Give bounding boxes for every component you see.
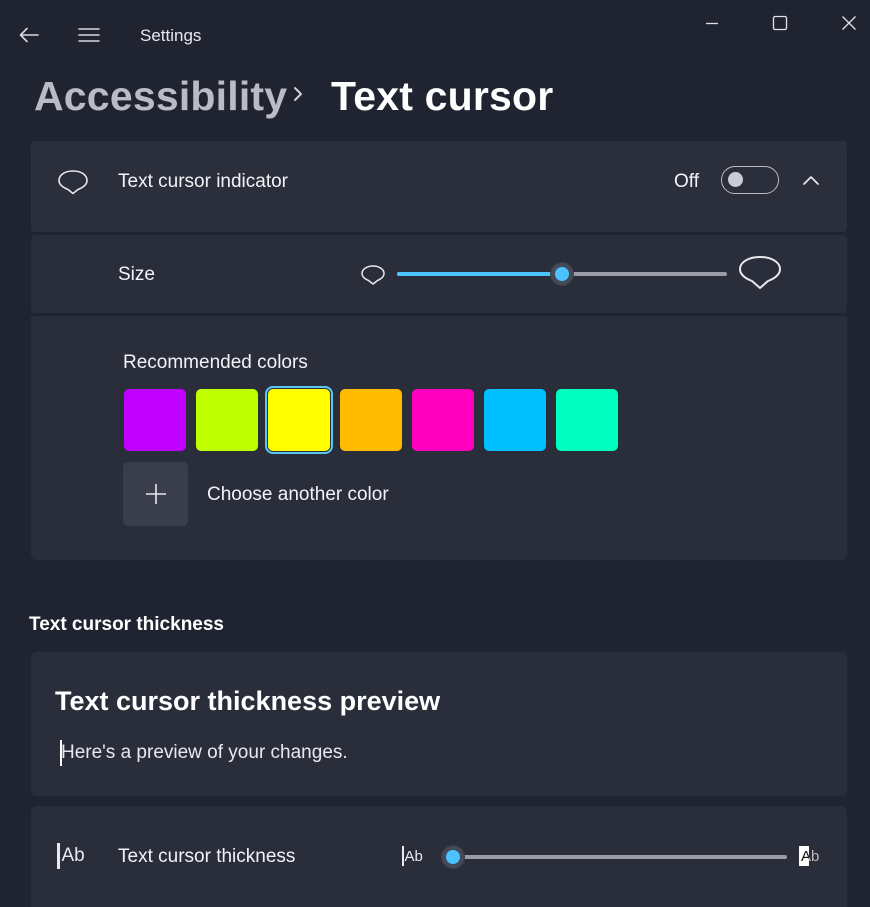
thickness-slider-track[interactable]: [442, 846, 787, 868]
size-slider-fill: [397, 272, 562, 276]
minimize-button[interactable]: [689, 6, 735, 40]
text-cursor-indicator-toggle[interactable]: [721, 166, 779, 194]
color-swatch-teal[interactable]: [556, 389, 618, 451]
maximize-button[interactable]: [757, 6, 803, 40]
small-indicator-icon: [359, 263, 387, 292]
recommended-colors-heading: Recommended colors: [123, 352, 308, 373]
plus-icon: [145, 484, 166, 504]
large-indicator-icon: [736, 253, 784, 298]
close-icon: [842, 16, 856, 30]
toggle-knob: [728, 172, 743, 187]
color-swatch-purple[interactable]: [124, 389, 186, 451]
color-swatch-lime[interactable]: [196, 389, 258, 451]
breadcrumb-parent-accessibility[interactable]: Accessibility: [34, 70, 287, 122]
choose-another-color-label[interactable]: Choose another color: [207, 484, 389, 506]
size-label: Size: [118, 264, 155, 285]
preview-text: Here's a preview of your changes.: [61, 742, 348, 763]
toggle-state-label: Off: [674, 171, 699, 192]
navigation-menu-button[interactable]: [72, 20, 106, 50]
color-swatch-yellow[interactable]: [265, 386, 333, 454]
color-swatch-orange[interactable]: [340, 389, 402, 451]
back-button[interactable]: [12, 20, 46, 50]
color-swatch-blue[interactable]: [484, 389, 546, 451]
thick-cursor-icon: Ab: [799, 846, 819, 866]
text-cursor-thickness-icon: Ab: [57, 843, 85, 869]
thickness-slider-thumb[interactable]: [442, 846, 464, 868]
close-button[interactable]: [826, 6, 870, 40]
back-arrow-icon: [19, 27, 39, 43]
thin-cursor-icon-text: Ab: [404, 847, 423, 865]
text-cursor-thickness-label: Text cursor thickness: [118, 846, 296, 867]
maximize-icon: [772, 15, 788, 31]
breadcrumb-chevron-icon: [290, 80, 306, 113]
window-title: Settings: [140, 26, 202, 45]
minimize-icon: [706, 22, 718, 25]
size-slider-track[interactable]: [397, 263, 727, 285]
preview-title: Text cursor thickness preview: [55, 686, 441, 716]
text-cursor-indicator-label: Text cursor indicator: [118, 171, 289, 192]
text-cursor-thickness-heading: Text cursor thickness: [29, 614, 225, 635]
color-swatch-magenta[interactable]: [412, 389, 474, 451]
thickness-icon-text: Ab: [61, 845, 85, 866]
cursor-indicator-icon: [56, 168, 90, 201]
thin-cursor-icon: Ab: [402, 846, 423, 866]
size-slider-thumb[interactable]: [551, 263, 573, 285]
hamburger-menu-icon: [78, 28, 100, 42]
page-title: Text cursor: [331, 73, 554, 119]
thickness-preview-card: [31, 652, 847, 796]
choose-another-color-button[interactable]: [123, 462, 188, 526]
thick-cursor-icon-text: Ab: [801, 847, 820, 865]
collapse-chevron-up-icon[interactable]: [800, 172, 822, 195]
